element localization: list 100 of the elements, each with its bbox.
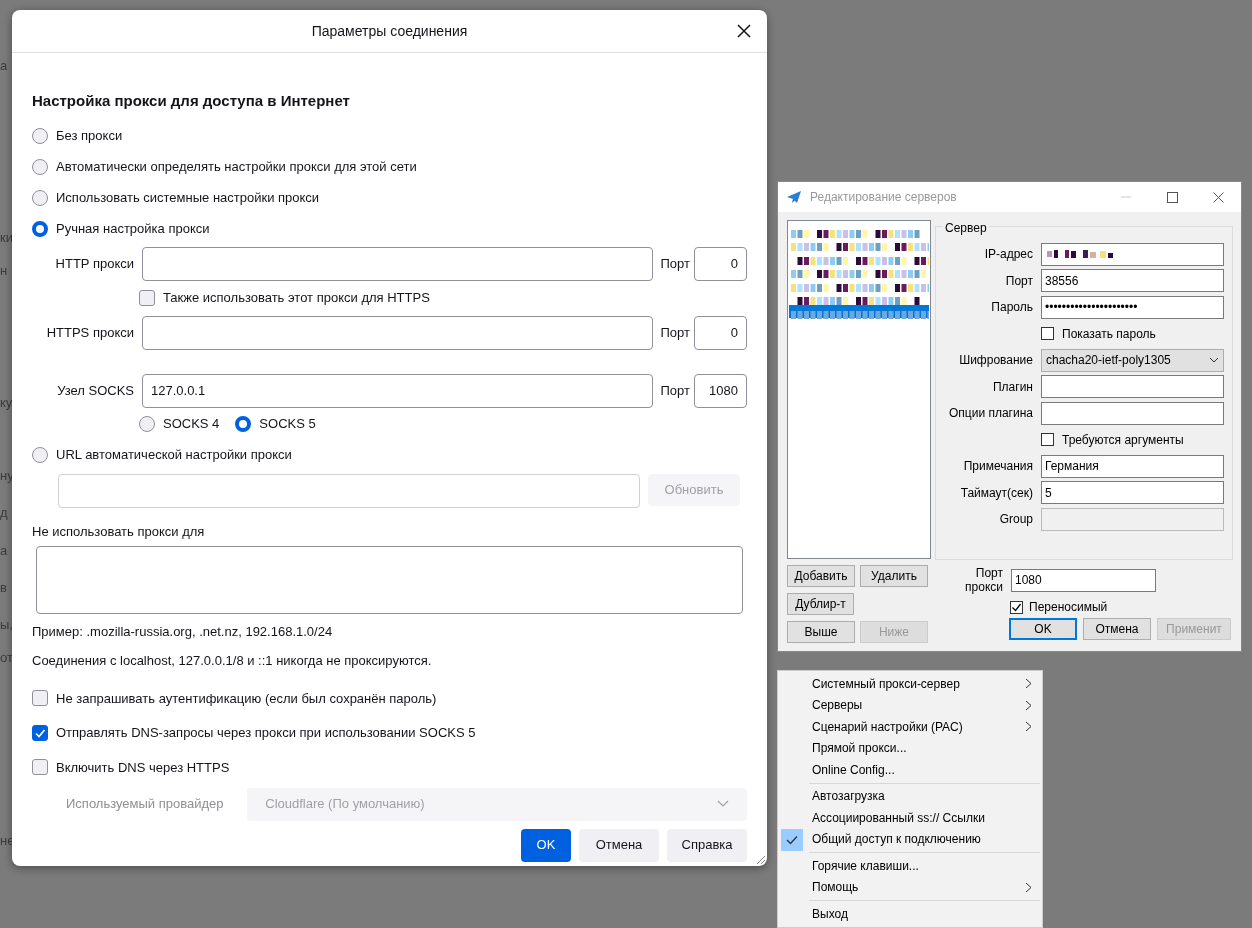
field-label: Порт [1004,272,1033,290]
checkbox-label: Показать пароль [1062,325,1156,343]
server-list[interactable] [787,220,931,559]
field-label: Узел SOCKS [56,381,135,400]
ip-field[interactable] [1041,242,1224,266]
text-field[interactable] [142,246,653,281]
menu-item[interactable]: Online Config... [778,759,1042,781]
list-button[interactable]: Удалить [860,565,928,587]
text-field[interactable] [1041,375,1224,399]
background-text: д [0,505,8,521]
radio-button[interactable] [32,221,48,237]
text-field[interactable]: 5 [1041,481,1224,505]
radio-button[interactable] [32,128,48,144]
radio-button[interactable] [139,416,155,432]
text-field[interactable]: 127.0.0.1 [142,373,653,408]
text-field[interactable]: 1080 [1011,568,1156,592]
checkbox[interactable] [32,690,48,707]
checkbox-label: Также использовать этот прокси для HTTPS [163,289,430,308]
port-field[interactable]: 0 [694,315,747,350]
check-icon [1011,601,1022,613]
chevron-down-icon [1209,357,1219,364]
radio-label: Автоматически определять настройки прокси для этой сети [56,158,417,177]
background-text: в [0,580,7,596]
checkbox[interactable] [139,290,155,306]
checkbox-label: Отправлять DNS-запросы через прокси при использовании SOCKS 5 [56,724,476,742]
text-field[interactable]: 38556 [1041,269,1224,293]
chevron-right-icon [1025,678,1032,689]
background-text: н [0,263,8,279]
field-label: Плагин [992,378,1033,396]
chevron-down-icon [717,800,729,808]
resize-grip-icon [754,853,766,865]
menu-item[interactable]: Помощь [778,876,1042,898]
checkbox[interactable] [1041,327,1054,341]
no-proxy-field[interactable] [36,546,743,614]
dialog-button[interactable]: OK [1009,618,1077,640]
checkbox[interactable] [32,759,48,776]
checkbox[interactable] [32,724,48,741]
menu-item[interactable]: Выход [778,903,1042,925]
menu-item[interactable]: Горячие клавиши... [778,855,1042,877]
checkbox-label: Включить DNS через HTTPS [56,758,230,777]
checkbox[interactable] [1041,433,1054,447]
url-field[interactable] [58,473,640,508]
menu-item[interactable]: Общий доступ к подключению [778,828,1042,850]
field-label: Порт прокси [964,566,1003,594]
menu-item[interactable]: Автозагрузка [778,785,1042,807]
port-label: Порт [660,381,690,400]
menu-item[interactable]: Сценарий настройки (PAC) [778,716,1042,738]
field-label: HTTPS прокси [45,323,135,342]
field-label: IP-адрес [983,246,1033,264]
section-heading: Настройка прокси для доступа в Интернет [32,91,351,111]
menu-item[interactable]: Ассоциированный ss:// Ссылки [778,807,1042,829]
text-field[interactable]: Германия [1041,454,1224,478]
radio-label: Использовать системные настройки прокси [56,189,320,208]
background-text: ы, [0,617,13,633]
menu-item[interactable]: Прямой прокси... [778,737,1042,759]
port-field[interactable]: 0 [694,246,747,281]
background-text: а [0,543,8,559]
cipher-select[interactable]: chacha20-ietf-poly1305 [1041,348,1224,372]
hint-text: Пример: .mozilla-russia.org, .net.nz, 192.168.1.0/24 [32,623,334,641]
radio-button[interactable] [32,190,48,206]
checkbox[interactable] [1010,600,1023,614]
list-button[interactable]: Выше [787,621,855,643]
radio-button[interactable] [235,416,252,432]
check-icon [786,834,798,845]
radio-label: Ручная настройка прокси [56,220,210,239]
port-field[interactable]: 1080 [694,373,747,408]
background-text: ку [0,395,13,411]
field-label: Примечания [962,458,1033,476]
maximize-icon [1166,191,1178,203]
checkbox-label: Не запрашивать аутентификацию (если был сохранён пароль) [56,689,437,708]
close-icon [1212,191,1224,203]
menu-item[interactable]: Серверы [778,694,1042,716]
checkbox-label: Переносимый [1029,599,1108,616]
checkbox-label: Требуются аргументы [1062,431,1184,449]
list-button[interactable]: Добавить [787,565,855,587]
field-label: HTTP прокси [54,254,135,273]
menu-item[interactable]: Системный прокси-сервер [778,673,1042,695]
chevron-right-icon [1025,699,1032,711]
field-label: Используемый провайдер [66,795,225,814]
text-field[interactable]: •••••••••••••••••••••• [1041,295,1224,319]
chevron-right-icon [1025,881,1032,893]
dialog-title: Параметры соединения [311,21,468,41]
radio-button[interactable] [32,159,48,175]
dialog-button[interactable]: Справка [667,828,747,862]
note-text: Соединения с localhost, 127.0.0.1/8 и ::1 никогда не проксируются. [32,651,433,670]
text-field[interactable] [1041,401,1224,425]
chevron-right-icon [1025,721,1032,732]
radio-label: SOCKS 5 [259,415,316,434]
field-label: Не использовать прокси для [32,522,206,541]
radio-label: SOCKS 4 [163,415,220,434]
background-text: от [0,650,13,666]
close-icon[interactable] [737,24,751,38]
paper-plane-icon [786,190,802,204]
field-label: Пароль [990,299,1033,317]
dialog-button[interactable]: Отмена [1083,618,1151,640]
radio-button[interactable] [32,447,48,463]
list-button[interactable]: Дублир-т [787,593,854,615]
text-field[interactable] [142,315,653,350]
dialog-button[interactable]: OK [521,828,571,862]
dialog-button[interactable]: Отмена [579,828,659,862]
